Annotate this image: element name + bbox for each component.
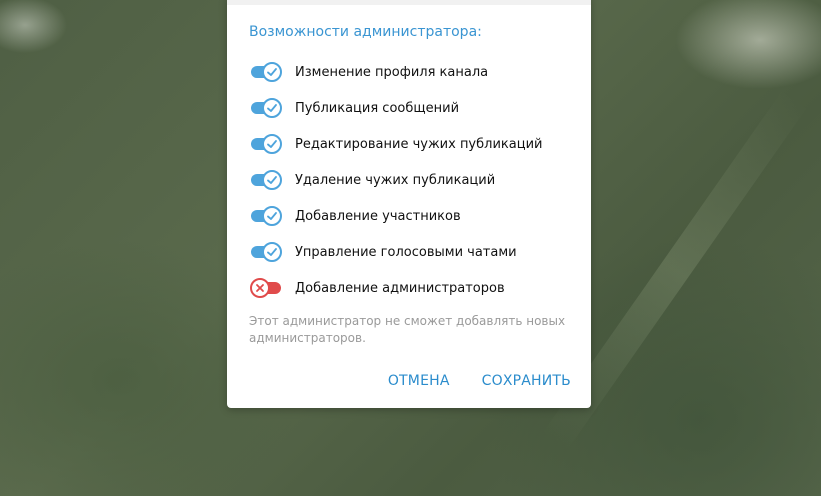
check-icon bbox=[267, 176, 277, 184]
permission-label: Управление голосовыми чатами bbox=[295, 244, 517, 260]
permission-toggle[interactable] bbox=[251, 170, 283, 190]
check-icon bbox=[267, 140, 277, 148]
admin-rights-dialog: Возможности администратора: Изменение пр… bbox=[227, 0, 591, 408]
check-icon bbox=[267, 104, 277, 112]
cancel-button[interactable]: ОТМЕНА bbox=[388, 373, 450, 389]
permission-toggle[interactable] bbox=[251, 242, 283, 262]
permission-toggle[interactable] bbox=[251, 98, 283, 118]
permission-label: Удаление чужих публикаций bbox=[295, 172, 496, 188]
permission-label: Публикация сообщений bbox=[295, 100, 460, 116]
permission-row[interactable]: Добавление администраторов bbox=[249, 270, 579, 306]
permission-label: Добавление администраторов bbox=[295, 280, 505, 296]
dialog-actions: ОТМЕНА СОХРАНИТЬ bbox=[388, 373, 571, 389]
cross-icon bbox=[256, 284, 264, 292]
permission-row[interactable]: Управление голосовыми чатами bbox=[249, 234, 579, 270]
check-icon bbox=[267, 212, 277, 220]
permission-label: Добавление участников bbox=[295, 208, 461, 224]
check-icon bbox=[267, 248, 277, 256]
dialog-top-strip bbox=[227, 0, 591, 5]
permission-toggle[interactable] bbox=[251, 62, 283, 82]
permission-row[interactable]: Редактирование чужих публикаций bbox=[249, 126, 579, 162]
check-icon bbox=[267, 68, 277, 76]
permission-toggle[interactable] bbox=[251, 134, 283, 154]
section-title: Возможности администратора: bbox=[249, 24, 482, 40]
permission-label: Изменение профиля канала bbox=[295, 64, 489, 80]
permission-toggle[interactable] bbox=[251, 206, 283, 226]
permission-list: Изменение профиля канала Публикация сооб… bbox=[249, 54, 579, 306]
permission-row[interactable]: Изменение профиля канала bbox=[249, 54, 579, 90]
permission-note: Этот администратор не сможет добавлять н… bbox=[249, 314, 566, 345]
permission-row[interactable]: Публикация сообщений bbox=[249, 90, 579, 126]
permission-toggle[interactable] bbox=[250, 278, 283, 298]
permission-row[interactable]: Удаление чужих публикаций bbox=[249, 162, 579, 198]
permission-row[interactable]: Добавление участников bbox=[249, 198, 579, 234]
permission-label: Редактирование чужих публикаций bbox=[295, 136, 543, 152]
save-button[interactable]: СОХРАНИТЬ bbox=[482, 373, 571, 389]
